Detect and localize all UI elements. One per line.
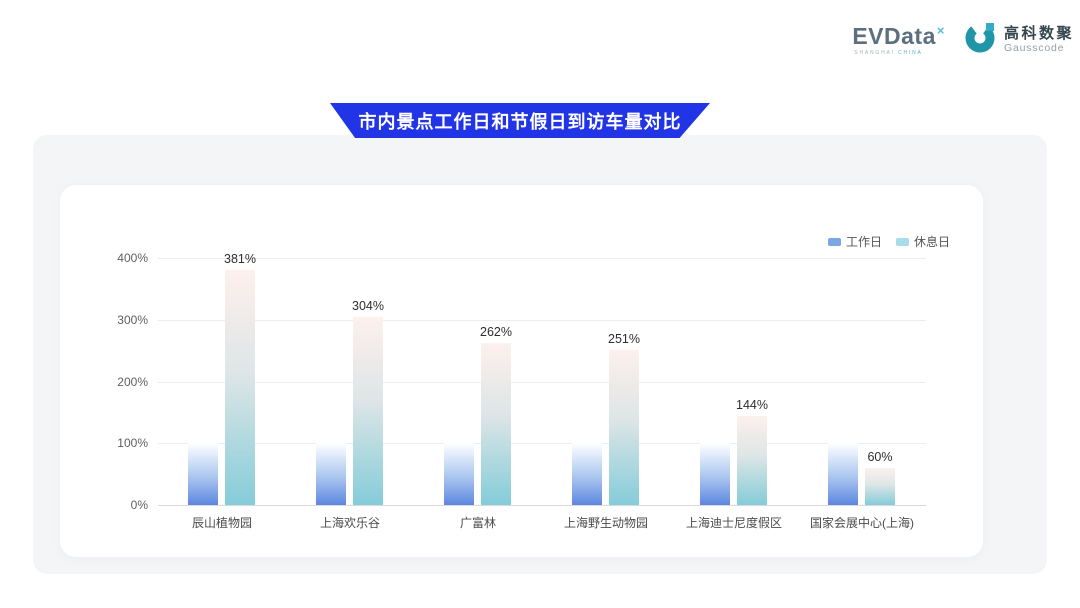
legend-swatch <box>828 238 841 246</box>
bar-工作日 <box>572 443 602 505</box>
gausscode-text: 高科数聚 Gausscode <box>1004 25 1074 54</box>
y-gridline <box>158 382 926 383</box>
bar-value-label: 262% <box>480 325 512 339</box>
bar-value-label: 144% <box>736 398 768 412</box>
x-axis-category-label: 上海野生动物园 <box>564 514 648 531</box>
x-axis-category-label: 广富林 <box>460 514 496 531</box>
y-axis-tick-label: 100% <box>117 436 148 450</box>
evdata-logo: EVData× SHANGHAI CHINA <box>852 24 945 56</box>
evdata-subtext: SHANGHAI CHINA <box>852 51 945 56</box>
bar-休息日 <box>481 343 511 505</box>
y-axis-tick-label: 300% <box>117 313 148 327</box>
x-axis-category-label: 上海欢乐谷 <box>320 514 380 531</box>
x-axis-category-label: 辰山植物园 <box>192 514 252 531</box>
gausscode-logo: 高科数聚 Gausscode <box>963 20 1074 59</box>
legend-label: 工作日 <box>846 233 882 250</box>
header-logos: EVData× SHANGHAI CHINA 高科数聚 Gausscode <box>852 20 1074 59</box>
legend-label: 休息日 <box>914 233 950 250</box>
bar-value-label: 251% <box>608 332 640 346</box>
legend-item-休息日[interactable]: 休息日 <box>896 233 950 250</box>
bar-工作日 <box>700 443 730 505</box>
bar-value-label: 381% <box>224 252 256 266</box>
evdata-subtext-shanghai: SHANGHAI <box>854 50 895 56</box>
chart-legend: 工作日 休息日 <box>828 233 950 250</box>
evdata-wordmark: EVData× <box>852 24 945 48</box>
y-gridline <box>158 258 926 259</box>
y-axis-tick-label: 200% <box>117 375 148 389</box>
x-axis-category-label: 上海迪士尼度假区 <box>686 514 782 531</box>
x-axis-category-label: 国家会展中心(上海) <box>810 514 914 531</box>
evdata-text: EVData <box>852 23 936 49</box>
evdata-subtext-china: CHINA <box>898 50 923 56</box>
y-axis-tick-label: 400% <box>117 251 148 265</box>
gausscode-cn-name: 高科数聚 <box>1004 25 1074 42</box>
chart-card: 工作日休息日 0%100%200%300%400%辰山植物园381%上海欢乐谷3… <box>60 185 983 557</box>
x-axis-line <box>158 505 926 506</box>
bar-工作日 <box>828 443 858 505</box>
bar-休息日 <box>609 350 639 505</box>
evdata-x-icon: × <box>937 23 945 38</box>
bar-工作日 <box>316 443 346 505</box>
bar-休息日 <box>353 317 383 505</box>
bar-休息日 <box>865 468 895 505</box>
plot-area: 0%100%200%300%400%辰山植物园381%上海欢乐谷304%广富林2… <box>158 258 926 505</box>
bar-休息日 <box>225 270 255 505</box>
bar-工作日 <box>444 443 474 505</box>
title-banner: 市内景点工作日和节假日到访车量对比 <box>330 103 710 138</box>
gausscode-en-name: Gausscode <box>1004 42 1074 54</box>
legend-item-工作日[interactable]: 工作日 <box>828 233 882 250</box>
y-gridline <box>158 320 926 321</box>
report-page: EVData× SHANGHAI CHINA 高科数聚 Gausscode 市内… <box>0 0 1080 608</box>
y-gridline <box>158 443 926 444</box>
content-panel: 工作日休息日 0%100%200%300%400%辰山植物园381%上海欢乐谷3… <box>33 135 1047 574</box>
bar-value-label: 304% <box>352 299 384 313</box>
bar-休息日 <box>737 416 767 505</box>
gausscode-icon <box>963 20 997 59</box>
bar-工作日 <box>188 443 218 505</box>
bar-value-label: 60% <box>867 450 892 464</box>
page-title: 市内景点工作日和节假日到访车量对比 <box>359 108 682 134</box>
y-axis-tick-label: 0% <box>131 498 148 512</box>
legend-swatch <box>896 238 909 246</box>
